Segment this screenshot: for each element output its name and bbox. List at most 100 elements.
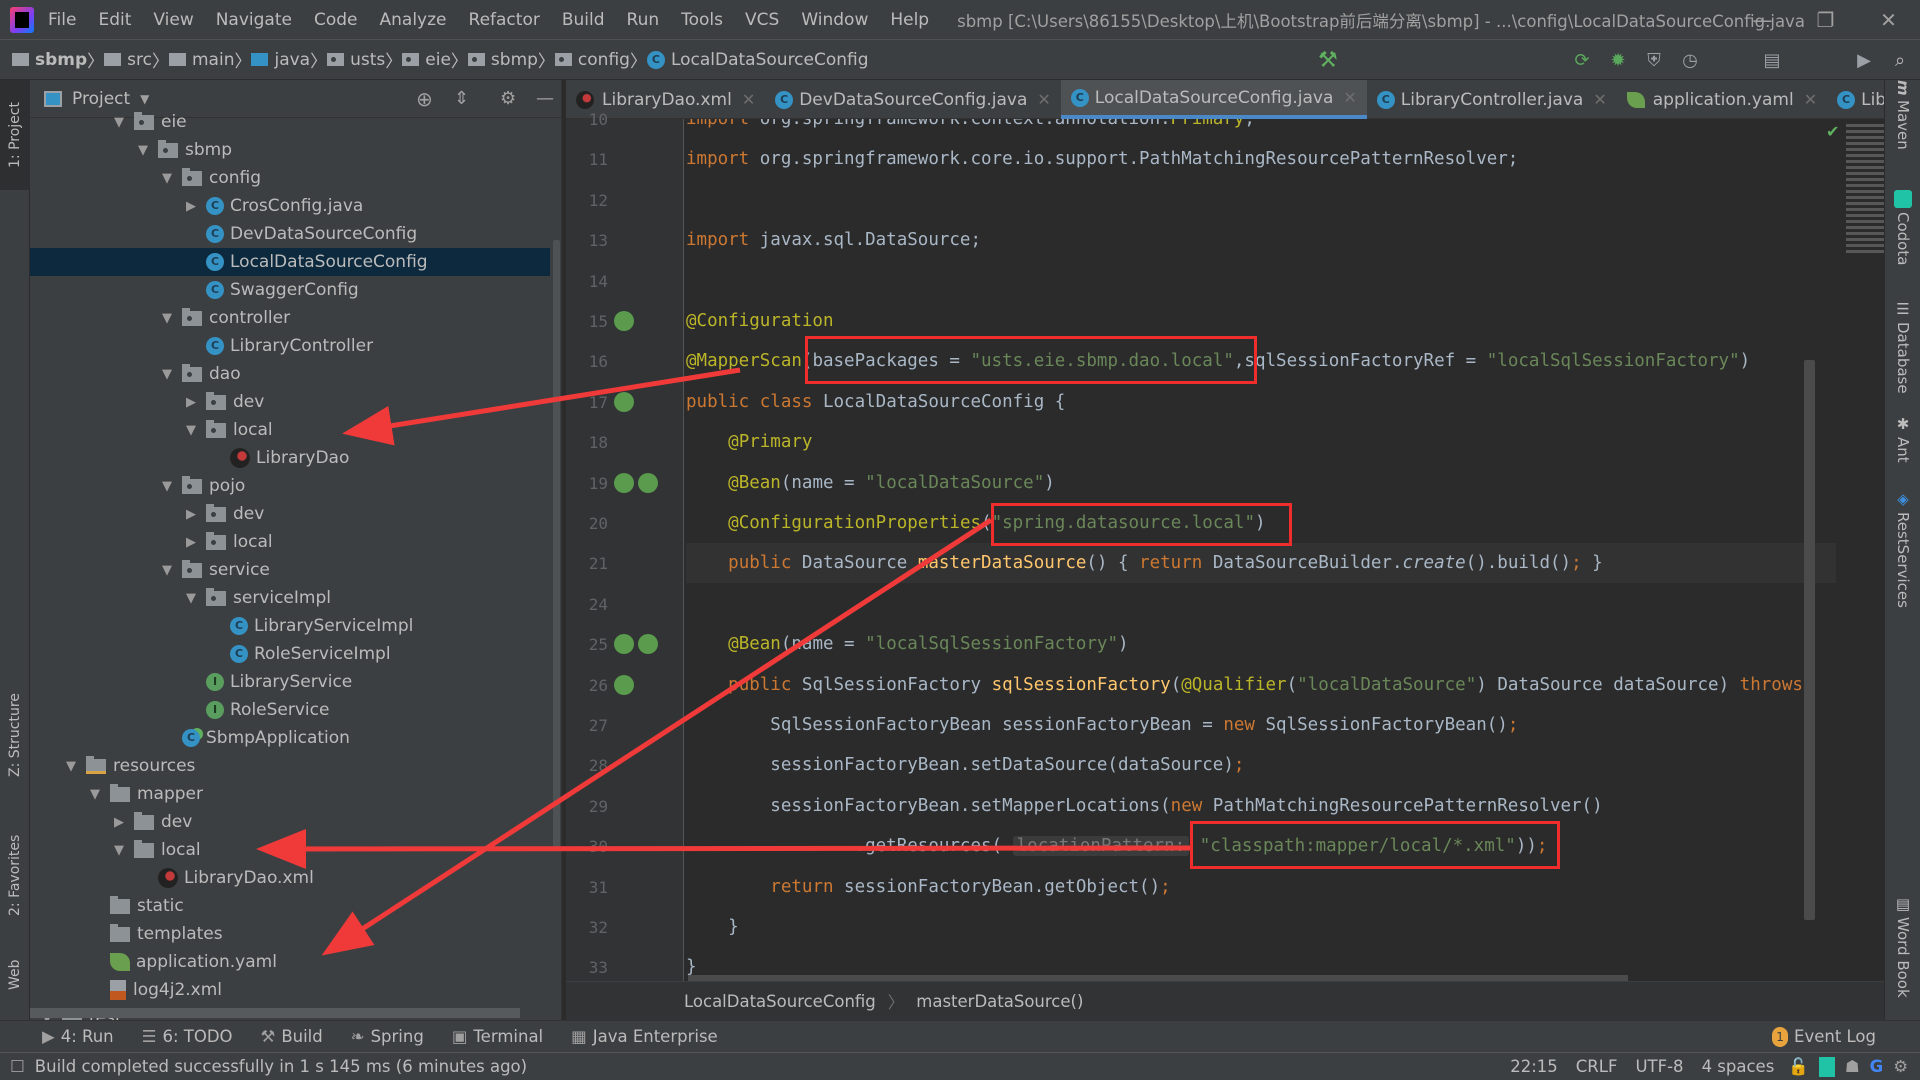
tree-item[interactable]: ▶ local bbox=[30, 528, 550, 556]
tool-tab-favorites[interactable]: 2: Favorites bbox=[0, 810, 30, 940]
tree-item[interactable]: LibraryDao.xml bbox=[30, 864, 550, 892]
expand-down-icon[interactable]: ▼ bbox=[86, 787, 104, 802]
tree-item[interactable]: ▼ local bbox=[30, 836, 550, 864]
code-line[interactable]: import org.springframework.core.io.suppo… bbox=[686, 139, 1518, 179]
tool-spring[interactable]: ❧ Spring bbox=[351, 1027, 424, 1046]
tool-terminal[interactable]: ▣ Terminal bbox=[452, 1027, 543, 1046]
spring-bean-gutter-icon[interactable] bbox=[614, 634, 634, 655]
menu-vcs[interactable]: VCS bbox=[745, 10, 779, 30]
menu-help[interactable]: Help bbox=[890, 10, 929, 30]
locate-icon[interactable]: ⊕ bbox=[416, 87, 433, 111]
code-line[interactable]: @Primary bbox=[686, 422, 812, 462]
tree-item[interactable]: log4j2.xml bbox=[30, 976, 550, 1004]
tree-item[interactable]: I RoleService bbox=[30, 696, 550, 724]
build-hammer-icon[interactable]: ⚒ bbox=[1318, 48, 1338, 73]
tool-tab-wordbook[interactable]: ▤ Word Book bbox=[1889, 895, 1917, 1020]
terminal-window-icon[interactable]: ▶ bbox=[1850, 46, 1878, 74]
minimize-button[interactable]: — bbox=[1731, 0, 1794, 40]
expand-down-icon[interactable]: ▼ bbox=[182, 423, 200, 438]
code-line[interactable]: return sessionFactoryBean.getObject(); bbox=[686, 867, 1170, 907]
code-line[interactable]: } bbox=[686, 907, 739, 947]
code-minimap[interactable]: ✔ bbox=[1826, 122, 1884, 322]
close-tab-icon[interactable]: ✕ bbox=[1343, 88, 1356, 107]
menu-code[interactable]: Code bbox=[314, 10, 358, 30]
project-view-select[interactable]: Project bbox=[72, 89, 130, 109]
breadcrumb-sbmp[interactable]: sbmp bbox=[12, 50, 87, 70]
expand-down-icon[interactable]: ▼ bbox=[158, 171, 176, 186]
editor-tab[interactable]: C LibraryController.java ✕ bbox=[1367, 80, 1617, 119]
expand-down-icon[interactable]: ▼ bbox=[110, 115, 128, 130]
coverage-icon[interactable]: ⛨ bbox=[1640, 46, 1668, 74]
breadcrumb-class[interactable]: LocalDataSourceConfig bbox=[684, 992, 876, 1011]
editor-tab[interactable]: C DevDataSourceConfig.java ✕ bbox=[765, 80, 1061, 119]
tree-item[interactable]: C SbmpApplication bbox=[30, 724, 550, 752]
inspector-icon[interactable]: ☗ bbox=[1845, 1057, 1860, 1076]
close-tab-icon[interactable]: ✕ bbox=[742, 90, 755, 109]
spring-bean-gutter-icon[interactable] bbox=[614, 674, 634, 695]
line-separator[interactable]: CRLF bbox=[1576, 1057, 1618, 1076]
breadcrumb-eie[interactable]: eie bbox=[402, 50, 451, 70]
spring-bean-gutter-icon[interactable] bbox=[614, 472, 634, 493]
profile-icon[interactable]: ◷ bbox=[1676, 46, 1704, 74]
code-line[interactable]: public class LocalDataSourceConfig { bbox=[686, 382, 1065, 422]
breadcrumb-java[interactable]: java bbox=[251, 50, 310, 70]
breadcrumb-usts[interactable]: usts bbox=[327, 50, 385, 70]
expand-down-icon[interactable]: ▼ bbox=[182, 591, 200, 606]
tree-item[interactable]: C DevDataSourceConfig bbox=[30, 220, 550, 248]
menu-run[interactable]: Run bbox=[627, 10, 660, 30]
tree-item[interactable]: C LibraryController bbox=[30, 332, 550, 360]
project-tree-scrollbar[interactable] bbox=[553, 240, 560, 850]
expand-down-icon[interactable]: ▼ bbox=[158, 563, 176, 578]
chevron-down-icon[interactable]: ▼ bbox=[140, 92, 149, 106]
tree-item[interactable]: static bbox=[30, 892, 550, 920]
menu-analyze[interactable]: Analyze bbox=[380, 10, 447, 30]
collapse-all-icon[interactable]: ⇕ bbox=[454, 88, 469, 109]
menu-file[interactable]: File bbox=[48, 10, 76, 30]
tree-item[interactable]: ▼ config bbox=[30, 164, 550, 192]
search-icon[interactable]: ⌕ bbox=[1886, 46, 1914, 74]
expand-right-icon[interactable]: ▶ bbox=[182, 199, 200, 214]
tree-item[interactable]: C RoleServiceImpl bbox=[30, 640, 550, 668]
status-message[interactable]: Build completed successfully in 1 s 145 … bbox=[35, 1057, 527, 1076]
editor-vertical-scrollbar[interactable] bbox=[1804, 360, 1815, 920]
expand-down-icon[interactable]: ▼ bbox=[62, 759, 80, 774]
expand-down-icon[interactable]: ▼ bbox=[110, 843, 128, 858]
menu-navigate[interactable]: Navigate bbox=[216, 10, 292, 30]
code-line[interactable]: import org.springframework.context.annot… bbox=[686, 119, 1255, 139]
menu-build[interactable]: Build bbox=[562, 10, 605, 30]
tree-item[interactable]: C LibraryServiceImpl bbox=[30, 612, 550, 640]
tool-build[interactable]: ⚒ Build bbox=[261, 1027, 323, 1046]
close-button[interactable]: ✕ bbox=[1857, 0, 1920, 40]
expand-right-icon[interactable]: ▶ bbox=[110, 815, 128, 830]
toggle-tool-windows-icon[interactable]: ☐ bbox=[10, 1057, 25, 1076]
breadcrumb-sbmp-pkg[interactable]: sbmp bbox=[467, 50, 538, 70]
spring-bean-gutter-icon[interactable] bbox=[638, 472, 658, 493]
tree-item[interactable]: ▼ controller bbox=[30, 304, 550, 332]
menu-refactor[interactable]: Refactor bbox=[469, 10, 540, 30]
expand-down-icon[interactable]: ▼ bbox=[158, 367, 176, 382]
expand-down-icon[interactable]: ▼ bbox=[158, 479, 176, 494]
menu-window[interactable]: Window bbox=[801, 10, 868, 30]
tool-java-enterprise[interactable]: ▦ Java Enterprise bbox=[571, 1027, 718, 1046]
debug-bug-icon[interactable]: ✹ bbox=[1604, 46, 1632, 74]
hide-panel-icon[interactable]: — bbox=[536, 88, 554, 109]
tree-item[interactable]: templates bbox=[30, 920, 550, 948]
tool-tab-database[interactable]: ☰ Database bbox=[1889, 300, 1917, 400]
event-log-button[interactable]: 1 Event Log bbox=[1772, 1026, 1876, 1047]
project-tree-hscrollbar[interactable] bbox=[30, 1008, 520, 1018]
breadcrumb-src[interactable]: src bbox=[104, 50, 152, 70]
tree-item[interactable]: application.yaml bbox=[30, 948, 550, 976]
code-line[interactable]: sessionFactoryBean.setMapperLocations(ne… bbox=[686, 786, 1602, 826]
breadcrumb-class[interactable]: C LocalDataSourceConfig bbox=[646, 50, 869, 70]
tool-run[interactable]: ▶ 4: Run bbox=[42, 1027, 114, 1046]
code-line[interactable]: @Bean(name = "localSqlSessionFactory") bbox=[686, 624, 1128, 664]
tree-item[interactable]: ▼ mapper bbox=[30, 780, 550, 808]
menu-tools[interactable]: Tools bbox=[681, 10, 723, 30]
tree-item[interactable]: ▶ C CrosConfig.java bbox=[30, 192, 550, 220]
tool-tab-ant[interactable]: ✱ Ant bbox=[1889, 415, 1917, 475]
google-icon[interactable]: G bbox=[1870, 1057, 1884, 1076]
expand-down-icon[interactable]: ▼ bbox=[134, 143, 152, 158]
tool-tab-project[interactable]: 1: Project bbox=[0, 80, 30, 190]
menu-edit[interactable]: Edit bbox=[98, 10, 131, 30]
code-line[interactable]: SqlSessionFactoryBean sessionFactoryBean… bbox=[686, 705, 1518, 745]
